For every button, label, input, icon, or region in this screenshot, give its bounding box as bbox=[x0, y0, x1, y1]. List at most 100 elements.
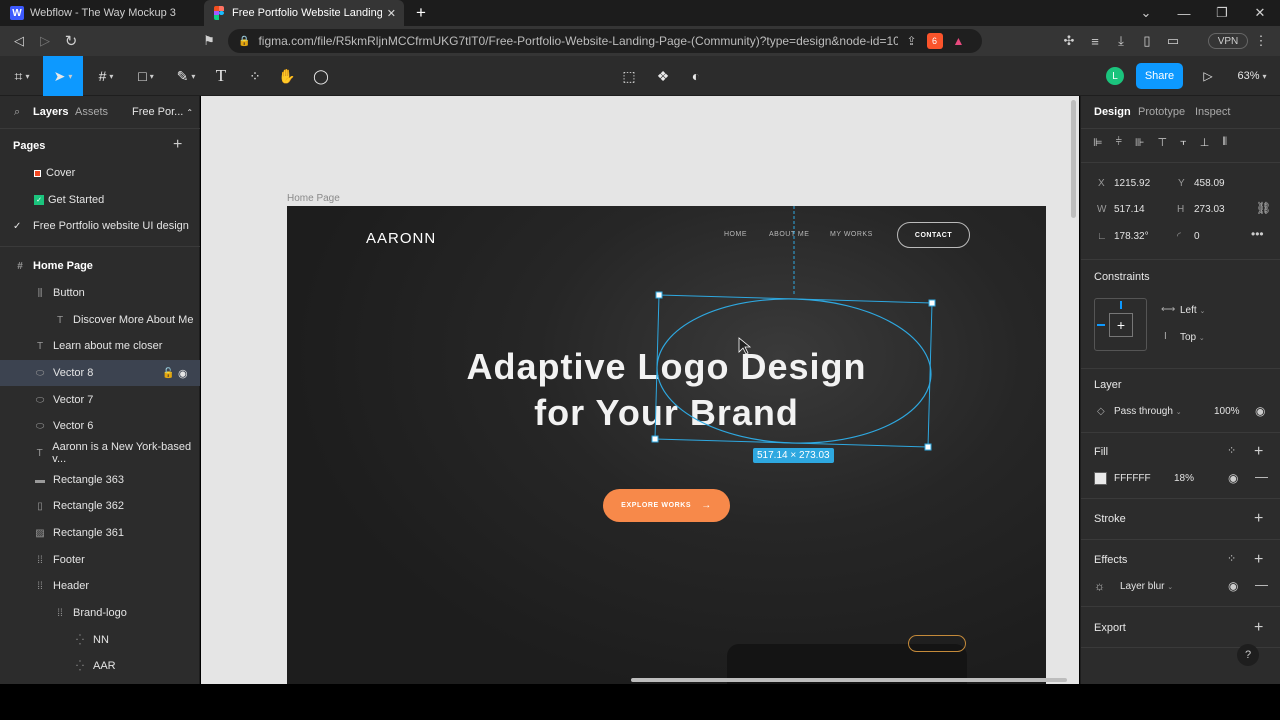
frame-tool-button[interactable]: # ▾ bbox=[88, 56, 124, 96]
horizontal-constraint-select[interactable]: Left ⌄ bbox=[1180, 305, 1205, 316]
hand-tool-button[interactable]: ✋ bbox=[274, 56, 300, 96]
component-tool-button[interactable]: ❖ bbox=[650, 56, 676, 96]
sun-effect-icon[interactable]: ☼ bbox=[1094, 579, 1105, 593]
pen-tool-button[interactable]: ✎ ▾ bbox=[168, 56, 204, 96]
page-item-portfolio[interactable]: ✓ Free Portfolio website UI design bbox=[0, 213, 200, 239]
effect-type-select[interactable]: Layer blur ⌄ bbox=[1120, 581, 1173, 592]
align-center-icon[interactable]: ⫩ bbox=[1116, 136, 1122, 149]
bookmark-icon[interactable]: ⚑ bbox=[200, 32, 218, 50]
rotation-input[interactable]: 178.32° bbox=[1114, 231, 1149, 242]
h-input[interactable]: 273.03 bbox=[1194, 204, 1225, 215]
resources-tool-button[interactable]: ⁘ bbox=[242, 56, 268, 96]
remove-fill-icon[interactable]: — bbox=[1255, 469, 1268, 484]
layer-vector-6[interactable]: ⬭ Vector 6 bbox=[0, 413, 200, 439]
fill-hex-input[interactable]: FFFFFF bbox=[1114, 473, 1151, 484]
brave-rewards-icon[interactable]: ▲ bbox=[953, 34, 965, 48]
resize-handle[interactable] bbox=[924, 443, 932, 451]
extensions-icon[interactable]: ✣ bbox=[1060, 32, 1078, 50]
avatar[interactable]: L bbox=[1106, 67, 1124, 85]
move-tool-button[interactable]: ➤ ▾ bbox=[43, 56, 83, 96]
back-icon[interactable]: ◁ bbox=[10, 32, 28, 50]
layer-nn[interactable]: ⁛ NN bbox=[0, 627, 200, 653]
align-left-icon[interactable]: ⊫ bbox=[1093, 136, 1103, 149]
mask-tool-button[interactable]: ◐ bbox=[683, 56, 709, 96]
style-grid-icon[interactable]: ⁘ bbox=[1227, 444, 1236, 457]
lock-icon[interactable]: 🔓 bbox=[162, 368, 174, 379]
shape-tool-button[interactable]: □ ▾ bbox=[128, 56, 164, 96]
present-button[interactable]: ▷ bbox=[1196, 56, 1220, 96]
layer-aaronn-text[interactable]: T Aaronn is a New York-based v... bbox=[0, 440, 200, 466]
browser-menu-icon[interactable]: ⋮ bbox=[1254, 32, 1268, 50]
window-close-icon[interactable]: ✕ bbox=[1252, 4, 1268, 22]
w-input[interactable]: 517.14 bbox=[1114, 204, 1145, 215]
tab-layers[interactable]: Layers bbox=[33, 106, 68, 118]
search-icon[interactable]: ⌕ bbox=[14, 106, 20, 119]
more-options-icon[interactable]: ••• bbox=[1251, 227, 1264, 241]
playlist-icon[interactable]: ≡ bbox=[1086, 32, 1104, 50]
vector-8-ellipse[interactable] bbox=[655, 295, 933, 447]
resize-handle[interactable] bbox=[655, 291, 663, 299]
eye-icon[interactable]: ◉ bbox=[1228, 471, 1238, 485]
sidebar-icon[interactable]: ▯ bbox=[1138, 32, 1156, 50]
resize-handle[interactable] bbox=[928, 299, 936, 307]
fill-swatch[interactable] bbox=[1094, 472, 1107, 485]
layer-rectangle-362[interactable]: ▯ Rectangle 362 bbox=[0, 493, 200, 519]
layer-opacity-input[interactable]: 100% bbox=[1214, 406, 1240, 417]
vertical-scrollbar[interactable] bbox=[1071, 100, 1076, 218]
add-stroke-icon[interactable]: + bbox=[1254, 511, 1263, 527]
layer-discover-text[interactable]: T Discover More About Me bbox=[0, 307, 200, 333]
share-page-icon[interactable]: ⇪ bbox=[906, 34, 916, 48]
layer-button[interactable]: ⫼ Button bbox=[0, 280, 200, 306]
layer-header[interactable]: ⁞⁞ Header bbox=[0, 573, 200, 599]
add-export-icon[interactable]: + bbox=[1254, 620, 1263, 636]
forward-icon[interactable]: ▷ bbox=[36, 32, 54, 50]
reload-icon[interactable]: ↻ bbox=[62, 32, 80, 50]
tab-inspect[interactable]: Inspect bbox=[1195, 106, 1230, 118]
comment-tool-button[interactable]: ◯ bbox=[308, 56, 334, 96]
blend-mode-select[interactable]: Pass through ⌄ bbox=[1114, 406, 1182, 417]
help-button[interactable]: ? bbox=[1237, 644, 1259, 666]
eye-icon[interactable]: ◉ bbox=[1255, 404, 1265, 418]
layer-rectangle-361[interactable]: ▨ Rectangle 361 bbox=[0, 520, 200, 546]
layer-vector-8[interactable]: ⬭ Vector 8 🔓 ◉ bbox=[0, 360, 200, 386]
minimize-icon[interactable]: — bbox=[1176, 4, 1192, 22]
horizontal-scrollbar[interactable] bbox=[631, 678, 1067, 682]
eye-icon[interactable]: ◉ bbox=[1228, 579, 1238, 593]
add-effect-icon[interactable]: + bbox=[1254, 552, 1263, 568]
url-field[interactable]: 🔒 figma.com/file/R5kmRljnMCCfrmUKG7tlT0/… bbox=[228, 29, 982, 53]
brave-shield-icon[interactable]: 6 bbox=[926, 33, 943, 49]
y-input[interactable]: 458.09 bbox=[1194, 178, 1225, 189]
browser-tab-figma[interactable]: Free Portfolio Website Landing Pa ✕ bbox=[204, 0, 404, 26]
distribute-icon[interactable]: ⫴ bbox=[1222, 136, 1227, 149]
design-canvas[interactable]: Home Page AARONN HOME ABOUT ME MY WORKS … bbox=[201, 96, 1079, 684]
resize-handle[interactable] bbox=[651, 435, 659, 443]
layer-home-page[interactable]: # Home Page bbox=[0, 253, 200, 279]
align-top-icon[interactable]: ⊤ bbox=[1158, 136, 1168, 149]
layer-aar[interactable]: ⁛ AAR bbox=[0, 653, 200, 679]
vpn-button[interactable]: VPN bbox=[1208, 33, 1248, 49]
add-page-icon[interactable]: + bbox=[173, 136, 182, 154]
align-bottom-icon[interactable]: ⊥ bbox=[1200, 136, 1210, 149]
page-switcher[interactable]: Free Por... ⌃ bbox=[132, 106, 193, 118]
constraints-widget[interactable]: + bbox=[1094, 298, 1147, 351]
wallet-icon[interactable]: ▭ bbox=[1164, 32, 1182, 50]
maximize-icon[interactable]: ❐ bbox=[1214, 4, 1230, 22]
remove-effect-icon[interactable]: — bbox=[1255, 577, 1268, 592]
crop-tool-button[interactable]: ⬚ bbox=[616, 56, 642, 96]
layer-learn-text[interactable]: T Learn about me closer bbox=[0, 333, 200, 359]
x-input[interactable]: 1215.92 bbox=[1114, 178, 1150, 189]
text-tool-button[interactable]: T bbox=[208, 56, 234, 96]
close-tab-icon[interactable]: ✕ bbox=[387, 7, 396, 20]
page-item-get-started[interactable]: ✓ Get Started bbox=[0, 187, 200, 213]
tab-search-chevron-icon[interactable]: ⌄ bbox=[1138, 4, 1154, 22]
constrain-proportions-icon[interactable]: ⛓ bbox=[1256, 201, 1271, 215]
tab-assets[interactable]: Assets bbox=[75, 106, 108, 118]
browser-tab-webflow[interactable]: W Webflow - The Way Mockup 3 bbox=[0, 0, 200, 26]
layer-rectangle-363[interactable]: ▬ Rectangle 363 bbox=[0, 467, 200, 493]
tab-design[interactable]: Design bbox=[1094, 106, 1131, 118]
new-tab-icon[interactable]: + bbox=[412, 3, 430, 22]
radius-input[interactable]: 0 bbox=[1194, 231, 1200, 242]
downloads-icon[interactable]: ⤓ bbox=[1112, 32, 1130, 50]
main-menu-button[interactable]: ⌗ ▾ bbox=[4, 56, 40, 96]
page-item-cover[interactable]: Cover bbox=[0, 160, 200, 186]
